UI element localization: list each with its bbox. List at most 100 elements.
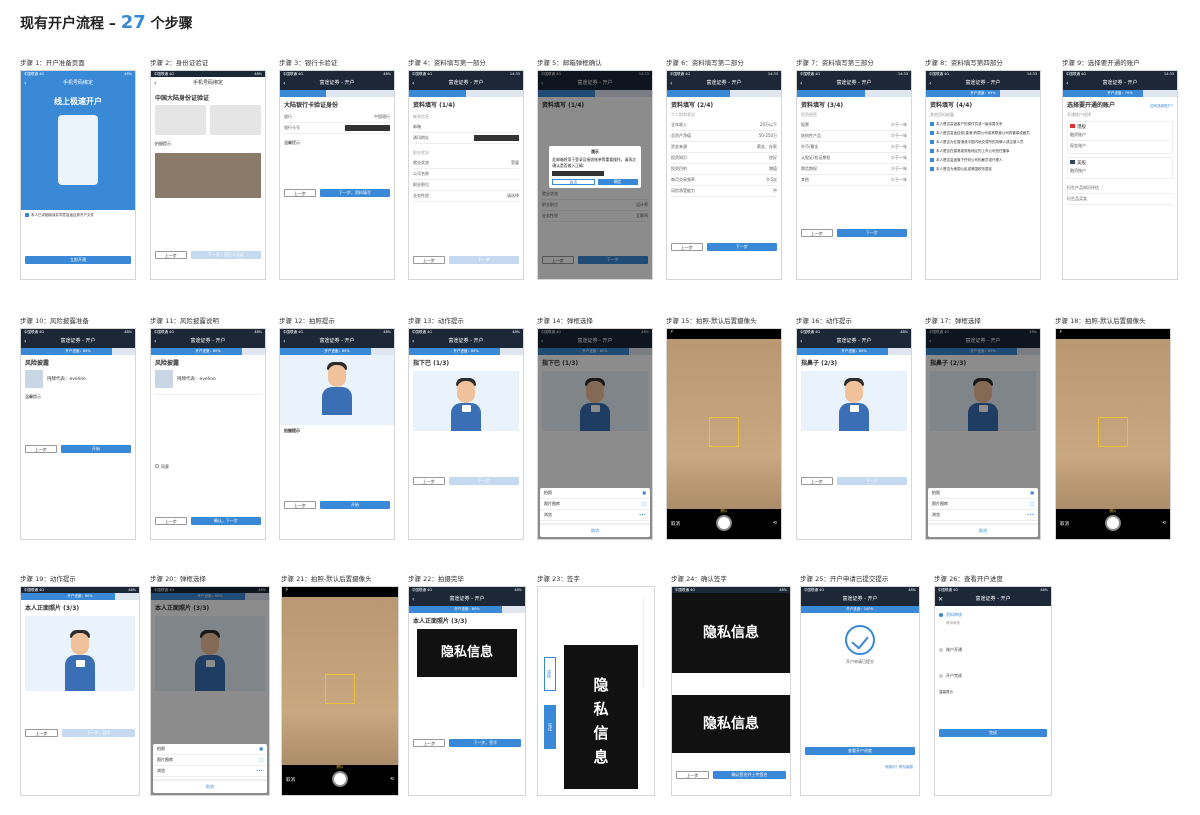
employment-select[interactable]: 受雇 xyxy=(511,160,519,166)
cancel-button[interactable]: 取消 xyxy=(552,178,595,185)
next-button[interactable]: 下一步 xyxy=(448,477,519,485)
risk-text xyxy=(155,394,261,464)
checkbox-icon[interactable] xyxy=(25,213,29,217)
confirm-button[interactable]: 确定 xyxy=(597,178,638,185)
step-5: 步骤 5：邮箱弹框确认 中国联通 4G 14:33 ‹ 富途证券 - 开户 资料填写… xyxy=(537,58,653,280)
cancel-button[interactable]: 取消 xyxy=(671,521,680,527)
next-button[interactable]: 下一步，资料填写 xyxy=(319,189,390,197)
step-20: 步骤 20：弹框选择 中国联通 4G 48% 开户进度：80% 本人正面照片 (3… xyxy=(150,574,270,796)
option-camera[interactable]: 拍照 ■ xyxy=(928,488,1038,499)
prev-button[interactable]: 上一步 xyxy=(155,517,187,525)
start-button[interactable]: 开始 xyxy=(319,501,390,509)
next-button[interactable]: 下一步，签字 xyxy=(449,739,521,747)
step-1: 步骤 1：开户准备页面 中国联通 4G 48% ‹ 手机号码绑定 线上极速开户 本人… xyxy=(20,58,136,280)
contact-link[interactable]: 有疑问？联系客服 xyxy=(885,765,913,770)
prev-button[interactable]: 上一步 xyxy=(155,251,187,259)
shutter-button[interactable] xyxy=(332,771,348,787)
confirm-upload-button[interactable]: 确认签名并上传签名 xyxy=(713,771,786,779)
prev-button[interactable]: 上一步 xyxy=(801,229,833,237)
hk-account-card[interactable]: 港股 融资账户 现金账户 xyxy=(1067,121,1173,154)
more-icon: ••• xyxy=(638,512,646,517)
industry-select[interactable]: 请选择 xyxy=(507,193,519,199)
phone-screen: 中国联通 4G 48% ‹ 富途证券 - 开户 开户进度：80% 指鼻子 (2/3)… xyxy=(925,328,1041,540)
flash-icon[interactable]: ⚡ xyxy=(667,329,781,339)
switch-camera-icon[interactable]: ⟲ xyxy=(773,521,777,526)
email-confirm-dialog: 提示 此邮箱将用于登录及接收账单等重要操作，请再次确认是否输入正确： 取消 确定 xyxy=(549,145,641,188)
phone-screen: 中国联通 4G 48% ‹ 富途证券 - 开户 开户进度：80% 拍摄提示 上一步开… xyxy=(279,328,395,540)
prev-button[interactable]: 上一步 xyxy=(413,739,446,747)
back-icon[interactable]: ‹ xyxy=(24,77,26,90)
next-button[interactable]: 下一步 xyxy=(836,477,907,485)
next-button[interactable]: 下一步 xyxy=(706,243,777,251)
option-browse[interactable]: 浏览 ••• xyxy=(153,766,267,777)
prev-button[interactable]: 上一步 xyxy=(801,477,833,485)
cancel-button[interactable]: 取消 xyxy=(540,523,650,537)
cancel-button[interactable]: 取消 xyxy=(286,777,295,783)
camera-icon: ■ xyxy=(259,746,263,751)
option-browse[interactable]: 浏览 ••• xyxy=(928,510,1038,521)
disclosure-item[interactable]: 本人是否富途证券(香港)有限公司或其联营公司的董事或雇员 xyxy=(930,129,1036,138)
option-gallery[interactable]: 照片图库 □ xyxy=(928,499,1038,510)
prev-button[interactable]: 上一步 xyxy=(413,477,445,485)
photo-preview: 隐私信息 xyxy=(672,695,790,753)
option-browse[interactable]: 浏览 ••• xyxy=(540,510,650,521)
done-button[interactable]: 完成 xyxy=(544,705,556,749)
switch-camera-icon[interactable]: ⟲ xyxy=(390,777,394,782)
tips-title: 拍摄提示 xyxy=(155,141,171,146)
next-button[interactable]: 下一步，银行卡验证 xyxy=(190,251,261,259)
signature-pad[interactable]: 隐私信息 xyxy=(564,645,638,789)
back-icon[interactable]: ‹ xyxy=(283,77,285,90)
finish-button[interactable]: 完成 xyxy=(939,729,1047,737)
shutter-button[interactable] xyxy=(716,515,732,531)
cancel-button[interactable]: 取消 xyxy=(1060,521,1069,527)
us-account-card[interactable]: 美股 融资账户 xyxy=(1067,157,1173,179)
prev-button[interactable]: 上一步 xyxy=(284,501,316,509)
view-progress-button[interactable]: 查看开户进度 xyxy=(805,747,915,755)
id-front-upload[interactable] xyxy=(155,105,206,135)
cancel-button[interactable]: 取消 xyxy=(153,779,267,793)
step-2: 步骤 2：身份证验证 中国联通 4G 48% ‹ 手机号码绑定 中国大陆身份证验证 … xyxy=(150,58,266,280)
prev-button[interactable]: 上一步 xyxy=(671,243,703,251)
prev-button[interactable]: 上一步 xyxy=(413,256,445,264)
bank-select[interactable]: 中国银行 xyxy=(374,114,390,120)
flash-icon[interactable]: ⚡ xyxy=(282,587,398,597)
option-gallery[interactable]: 照片图库 □ xyxy=(540,499,650,510)
next-button[interactable]: 下一步，签字 xyxy=(62,729,135,737)
prev-button[interactable]: 上一步 xyxy=(25,445,57,453)
back-icon[interactable]: ‹ xyxy=(154,77,156,90)
back-icon[interactable]: ‹ xyxy=(412,77,414,90)
option-camera[interactable]: 拍照 ■ xyxy=(540,488,650,499)
next-button[interactable]: 下一步 xyxy=(448,256,519,264)
step-label: 步骤 26：查看开户进度 xyxy=(934,575,1003,583)
disclosure-item[interactable]: 本人是否富途客户的操作员或一级亲属关系 xyxy=(930,120,1036,129)
option-camera[interactable]: 拍照 ■ xyxy=(153,744,267,755)
disclosure-item[interactable]: 本人是否为美国公民或美国税务居民 xyxy=(930,165,1036,174)
shutter-button[interactable] xyxy=(1105,515,1121,531)
next-button[interactable]: 下一步 xyxy=(836,229,907,237)
step-label: 步骤 1：开户准备页面 xyxy=(20,59,85,67)
close-icon[interactable]: ✕ xyxy=(938,593,943,606)
clear-button[interactable]: 清除 xyxy=(544,657,556,691)
cancel-button[interactable]: 取消 xyxy=(928,523,1038,537)
camera-screen: ⚡ 照片 取消 ⟲ xyxy=(281,586,399,796)
switch-camera-icon[interactable]: ⟲ xyxy=(1162,521,1166,526)
agree-row[interactable]: 本人已详细阅读并同意富途证券开户文件 xyxy=(21,210,135,221)
start-button[interactable]: 开始 xyxy=(60,445,131,453)
card-number-field[interactable] xyxy=(345,125,390,131)
disclosure-item[interactable]: 本人是否富途旗下任何公司的雇员或代理人 xyxy=(930,156,1036,165)
disclosure-item[interactable]: 本人是否在香港或其他地区的上市公司担任董事 xyxy=(930,147,1036,156)
next-button[interactable]: 确认，下一步 xyxy=(190,517,261,525)
help-link[interactable]: 如何选择账户? xyxy=(1150,104,1173,109)
step-label: 步骤 19：动作提示 xyxy=(20,575,76,583)
open-now-button[interactable]: 立即开通 xyxy=(25,256,131,264)
disclosure-item[interactable]: 本人是否为在香港或中国内地交易所的持牌人或注册人员 xyxy=(930,138,1036,147)
flash-icon[interactable]: ⚡ xyxy=(1056,329,1170,339)
phone-screen: 中国联通 4G 14:33 ‹ 富途证券 - 开户 资料填写 (1/4) 就业状态 … xyxy=(537,70,653,280)
success-message: 开户申请已提交 xyxy=(846,659,874,664)
option-gallery[interactable]: 照片图库 □ xyxy=(153,755,267,766)
prev-button[interactable]: 上一步 xyxy=(25,729,58,737)
prev-button[interactable]: 上一步 xyxy=(284,189,316,197)
prev-button[interactable]: 上一步 xyxy=(676,771,709,779)
radio-icon[interactable] xyxy=(155,464,159,468)
id-back-upload[interactable] xyxy=(210,105,261,135)
